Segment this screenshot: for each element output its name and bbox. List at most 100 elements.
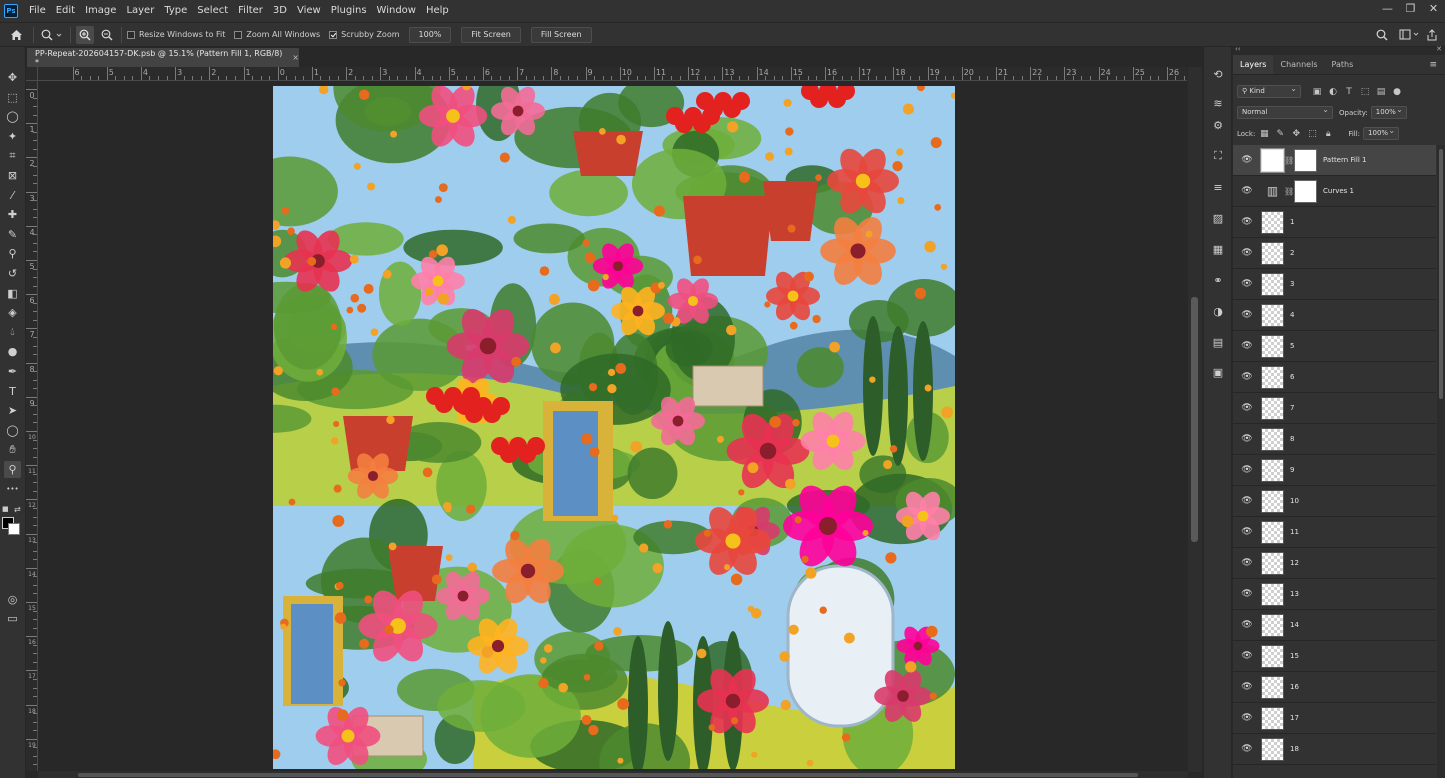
fill-field[interactable]: 100% [1363, 125, 1400, 140]
history-panel-icon[interactable]: ⟲ [1209, 65, 1227, 83]
visibility-eye-icon[interactable]: 👁︎ [1239, 744, 1255, 754]
ruler-origin[interactable] [26, 67, 38, 81]
pen-tool-icon[interactable]: ✒ [4, 363, 21, 380]
canvas-area[interactable] [38, 82, 1187, 771]
close-panel-icon[interactable]: ✕ [1436, 45, 1442, 53]
panel-menu-icon[interactable]: ≡ [1429, 60, 1437, 70]
magic-wand-icon[interactable]: ✦ [4, 128, 21, 145]
menu-filter[interactable]: Filter [233, 0, 268, 22]
color-swatches[interactable]: ⇄ ■ [1, 505, 25, 537]
scrollbar-thumb[interactable] [1191, 297, 1198, 542]
default-colors-icon[interactable]: ■ [2, 505, 9, 513]
layer-row[interactable]: 👁︎ ⛓︎ Pattern Fill 1 [1233, 145, 1436, 176]
visibility-eye-icon[interactable]: 👁︎ [1239, 496, 1255, 506]
visibility-eye-icon[interactable]: 👁︎ [1239, 155, 1255, 165]
ellipse-tool-icon[interactable]: ◯ [4, 422, 21, 439]
visibility-eye-icon[interactable]: 👁︎ [1239, 248, 1255, 258]
paint-bucket-icon[interactable]: ◈ [4, 304, 21, 321]
filter-shape-icon[interactable]: ⬚ [1359, 86, 1371, 98]
clone-stamp-icon[interactable]: ⚲ [4, 245, 21, 262]
styles-icon[interactable]: ⚭ [1209, 271, 1227, 289]
layer-row[interactable]: 👁︎ 1 [1233, 207, 1436, 238]
lasso-tool-icon[interactable]: ◯ [4, 108, 21, 125]
fit-screen-button[interactable]: Fit Screen [461, 26, 521, 43]
visibility-eye-icon[interactable]: 👁︎ [1239, 465, 1255, 475]
horizontal-ruler[interactable]: 6 5 4 3 2 1 0 1 2 3 4 5 6 7 8 9 10 11 12 13 14 15 16 17 18 19 20 21… [38, 67, 1187, 81]
visibility-eye-icon[interactable]: 👁︎ [1239, 186, 1255, 196]
lock-image-icon[interactable]: ✎ [1274, 128, 1286, 140]
swatches-icon[interactable]: ▦ [1209, 240, 1227, 258]
dodge-tool-icon[interactable]: ● [4, 343, 21, 360]
menu-help[interactable]: Help [421, 0, 454, 22]
visibility-eye-icon[interactable]: 👁︎ [1239, 589, 1255, 599]
pattern-artwork[interactable] [273, 86, 955, 769]
scrubby-zoom-checkbox[interactable]: Scrubby Zoom [329, 30, 400, 39]
layer-row[interactable]: 👁︎ 15 [1233, 641, 1436, 672]
eyedropper-icon[interactable]: ⁄ [4, 187, 21, 204]
visibility-eye-icon[interactable]: 👁︎ [1239, 372, 1255, 382]
resize-windows-checkbox[interactable]: Resize Windows to Fit [127, 30, 225, 39]
crop-tool-icon[interactable]: ⌗ [4, 147, 21, 164]
checkbox-box-checked[interactable] [329, 30, 338, 39]
home-icon[interactable] [7, 26, 25, 44]
vertical-scrollbar[interactable] [1188, 67, 1202, 772]
visibility-eye-icon[interactable]: 👁︎ [1239, 279, 1255, 289]
restore-button[interactable]: ❐ [1399, 0, 1422, 22]
brush-tool-icon[interactable]: ✎ [4, 226, 21, 243]
properties-icon[interactable]: ⚙ [1209, 116, 1227, 134]
filter-smart-object-icon[interactable]: ▤ [1375, 86, 1387, 98]
fill-screen-button[interactable]: Fill Screen [530, 26, 592, 43]
visibility-eye-icon[interactable]: 👁︎ [1239, 713, 1255, 723]
visibility-eye-icon[interactable]: 👁︎ [1239, 558, 1255, 568]
adjustments-icon[interactable]: ≋ [1209, 94, 1227, 112]
lock-transparent-icon[interactable]: ▦ [1258, 128, 1270, 140]
checkbox-box[interactable] [234, 30, 243, 39]
document-tab[interactable]: PP-Repeat-202604157-DK.psb @ 15.1% (Patt… [27, 48, 299, 67]
visibility-eye-icon[interactable]: 👁︎ [1239, 620, 1255, 630]
more-tools-icon[interactable]: ••• [4, 481, 21, 498]
horizontal-scrollbar[interactable] [38, 771, 1188, 778]
menu-plugins[interactable]: Plugins [326, 0, 372, 22]
checkbox-box[interactable] [127, 30, 135, 39]
eraser-icon[interactable]: ◧ [4, 285, 21, 302]
layer-row[interactable]: 👁︎ 14 [1233, 610, 1436, 641]
scrollbar-thumb[interactable] [78, 773, 1138, 777]
visibility-eye-icon[interactable]: 👁︎ [1239, 682, 1255, 692]
frame-tool-icon[interactable]: ⊠ [4, 167, 21, 184]
visibility-eye-icon[interactable]: 👁︎ [1239, 217, 1255, 227]
layer-row[interactable]: 👁︎ 13 [1233, 579, 1436, 610]
layer-row[interactable]: 👁︎ 6 [1233, 362, 1436, 393]
zoom-tool-preset-icon[interactable] [39, 26, 65, 44]
filter-adjustment-icon[interactable]: ◐ [1327, 86, 1339, 98]
vertical-ruler[interactable]: 0 1 2 3 4 5 6 7 8 9 10 11 12 13 14 15 16 17 18 19 [26, 81, 38, 771]
layers-scrollbar[interactable] [1437, 145, 1445, 778]
layer-row[interactable]: 👁︎ 18 [1233, 734, 1436, 765]
zoom-out-icon[interactable] [98, 26, 116, 44]
layer-row[interactable]: 👁︎ 11 [1233, 517, 1436, 548]
patterns-icon[interactable]: ▣ [1209, 363, 1227, 381]
menu-layer[interactable]: Layer [121, 0, 159, 22]
menu-type[interactable]: Type [159, 0, 192, 22]
opacity-field[interactable]: 100% [1370, 104, 1407, 119]
layer-row[interactable]: 👁︎ 17 [1233, 703, 1436, 734]
collapse-arrows-icon[interactable]: ‹‹ [1235, 45, 1241, 53]
filter-kind-dropdown[interactable]: ⚲ Kind [1237, 83, 1301, 98]
visibility-eye-icon[interactable]: 👁︎ [1239, 341, 1255, 351]
layer-row[interactable]: 👁︎ 4 [1233, 300, 1436, 331]
zoom-100-button[interactable]: 100% [408, 26, 452, 43]
visibility-eye-icon[interactable]: 👁︎ [1239, 434, 1255, 444]
path-selection-icon[interactable]: ➤ [4, 402, 21, 419]
layer-row[interactable]: 👁︎ ▥ ⛓︎ Curves 1 [1233, 176, 1436, 207]
gradients-icon[interactable]: ▨ [1209, 209, 1227, 227]
lock-all-icon[interactable]: 🔒︎ [1322, 128, 1334, 140]
layer-row[interactable]: 👁︎ 5 [1233, 331, 1436, 362]
visibility-eye-icon[interactable]: 👁︎ [1239, 310, 1255, 320]
menu-select[interactable]: Select [192, 0, 233, 22]
zoom-in-icon[interactable] [76, 25, 94, 44]
layer-row[interactable]: 👁︎ 3 [1233, 269, 1436, 300]
blur-tool-icon[interactable]: 💧︎ [4, 324, 21, 341]
tab-paths[interactable]: Paths [1325, 55, 1361, 74]
tab-channels[interactable]: Channels [1273, 55, 1324, 74]
layer-mask-thumbnail[interactable] [1294, 148, 1317, 172]
close-tab-icon[interactable]: × [292, 53, 299, 62]
